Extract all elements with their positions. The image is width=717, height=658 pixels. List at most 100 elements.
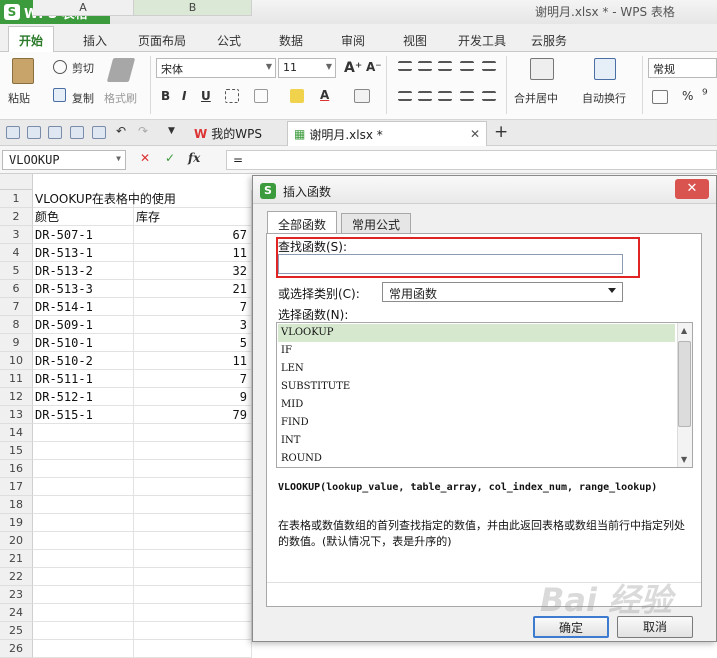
currency-icon[interactable]: [652, 90, 668, 104]
cell-b[interactable]: [134, 586, 252, 604]
align-center-icon[interactable]: [418, 91, 432, 101]
cell-b[interactable]: 9: [134, 388, 252, 406]
cell-b[interactable]: [134, 496, 252, 514]
row-header[interactable]: 9: [0, 334, 33, 352]
cell-a[interactable]: [33, 586, 134, 604]
tab-home[interactable]: 开始: [8, 26, 55, 53]
cell-b[interactable]: [134, 424, 252, 442]
row-header[interactable]: 8: [0, 316, 33, 334]
cell-b[interactable]: [134, 460, 252, 478]
copy-icon[interactable]: [53, 88, 66, 102]
row-header[interactable]: 11: [0, 370, 33, 388]
copy-button[interactable]: 复制: [72, 90, 94, 106]
list-item[interactable]: SUBSTITUTE: [278, 378, 675, 396]
row-header[interactable]: 14: [0, 424, 33, 442]
tab-current-file[interactable]: ▦ 谢明月.xlsx * ✕: [287, 121, 487, 146]
tab-cloud[interactable]: 云服务: [531, 32, 567, 49]
row-header[interactable]: 5: [0, 262, 33, 280]
row-header[interactable]: 12: [0, 388, 33, 406]
cancel-formula-icon[interactable]: ✕: [140, 151, 150, 165]
row-header[interactable]: 16: [0, 460, 33, 478]
row-header[interactable]: 17: [0, 478, 33, 496]
list-item[interactable]: FIND: [278, 414, 675, 432]
undo-icon[interactable]: ↶: [116, 124, 126, 138]
list-item[interactable]: VLOOKUP: [278, 324, 675, 342]
clear-icon[interactable]: [354, 89, 370, 103]
category-select[interactable]: 常用函数: [382, 282, 623, 302]
fill-color-icon[interactable]: [290, 89, 304, 103]
cell-a[interactable]: [33, 550, 134, 568]
format-painter-icon[interactable]: [106, 58, 136, 82]
cell-b[interactable]: 67: [134, 226, 252, 244]
wrap-text-button[interactable]: 自动换行: [582, 90, 626, 106]
indent-icon[interactable]: [460, 61, 474, 71]
redo-icon[interactable]: ↷: [138, 124, 148, 138]
underline-icon[interactable]: U: [201, 89, 211, 103]
cell-b[interactable]: [134, 640, 252, 658]
cell-b[interactable]: [134, 604, 252, 622]
wrap-text-icon[interactable]: [594, 58, 616, 80]
print-preview-icon[interactable]: [92, 126, 106, 139]
list-item[interactable]: LEN: [278, 360, 675, 378]
cell-a[interactable]: [33, 532, 134, 550]
cell-b[interactable]: 79: [134, 406, 252, 424]
row-header[interactable]: 19: [0, 514, 33, 532]
tab-insert[interactable]: 插入: [83, 32, 107, 49]
row-header[interactable]: 18: [0, 496, 33, 514]
new-tab-icon[interactable]: +: [494, 122, 508, 142]
row-header[interactable]: 6: [0, 280, 33, 298]
bold-icon[interactable]: B: [161, 89, 170, 103]
row-header[interactable]: 2: [0, 208, 33, 226]
comma-icon[interactable]: ⁹: [702, 87, 708, 103]
cell-a[interactable]: [33, 442, 134, 460]
insert-function-icon[interactable]: fx: [188, 151, 200, 165]
save-icon[interactable]: [27, 126, 41, 139]
cell-b[interactable]: [134, 568, 252, 586]
cut-button[interactable]: 剪切: [72, 60, 94, 76]
tab-data[interactable]: 数据: [279, 32, 303, 49]
print-icon[interactable]: [70, 126, 84, 139]
confirm-formula-icon[interactable]: ✓: [165, 151, 175, 165]
cell-a[interactable]: [33, 604, 134, 622]
column-header-a[interactable]: A: [33, 0, 134, 16]
cell-b[interactable]: 7: [134, 298, 252, 316]
cell-a[interactable]: [33, 478, 134, 496]
cell-a[interactable]: 颜色: [33, 208, 134, 226]
font-color-icon[interactable]: A: [320, 88, 329, 102]
paste-icon[interactable]: [12, 58, 34, 84]
row-header[interactable]: 25: [0, 622, 33, 640]
tab-view[interactable]: 视图: [403, 32, 427, 49]
row-header[interactable]: 20: [0, 532, 33, 550]
list-item[interactable]: MID: [278, 396, 675, 414]
formula-input[interactable]: =: [226, 150, 717, 170]
font-name-select[interactable]: 宋体 ▼: [156, 58, 276, 78]
cell-b[interactable]: [134, 514, 252, 532]
tab-formulas[interactable]: 公式: [217, 32, 241, 49]
italic-icon[interactable]: I: [182, 89, 186, 103]
scrollbar-thumb[interactable]: [678, 341, 691, 427]
cell-b[interactable]: 库存: [134, 208, 252, 226]
increase-font-icon[interactable]: A⁺: [344, 60, 362, 76]
cell-a[interactable]: DR-510-2: [33, 352, 134, 370]
merge-center-button[interactable]: 合并居中: [514, 90, 558, 106]
folder-open-icon[interactable]: [6, 126, 20, 139]
distribute-icon[interactable]: [482, 91, 496, 101]
select-all-corner[interactable]: [0, 174, 33, 190]
paste-button[interactable]: 粘贴: [8, 90, 30, 106]
close-tab-icon[interactable]: ✕: [470, 127, 480, 141]
row-header[interactable]: 22: [0, 568, 33, 586]
cell-a[interactable]: DR-512-1: [33, 388, 134, 406]
cell-b[interactable]: [134, 550, 252, 568]
list-item[interactable]: ROUND: [278, 450, 675, 468]
row-header[interactable]: 10: [0, 352, 33, 370]
cell-a[interactable]: [33, 460, 134, 478]
export-pdf-icon[interactable]: [48, 126, 62, 139]
cell-b[interactable]: 11: [134, 352, 252, 370]
font-size-select[interactable]: 11 ▼: [278, 58, 336, 78]
tab-my-wps[interactable]: W 我的WPS: [188, 121, 268, 146]
cell-a[interactable]: DR-507-1: [33, 226, 134, 244]
number-format-select[interactable]: 常规: [648, 58, 717, 78]
cell-a[interactable]: DR-511-1: [33, 370, 134, 388]
cell-a[interactable]: [33, 496, 134, 514]
cell-a[interactable]: DR-513-2: [33, 262, 134, 280]
